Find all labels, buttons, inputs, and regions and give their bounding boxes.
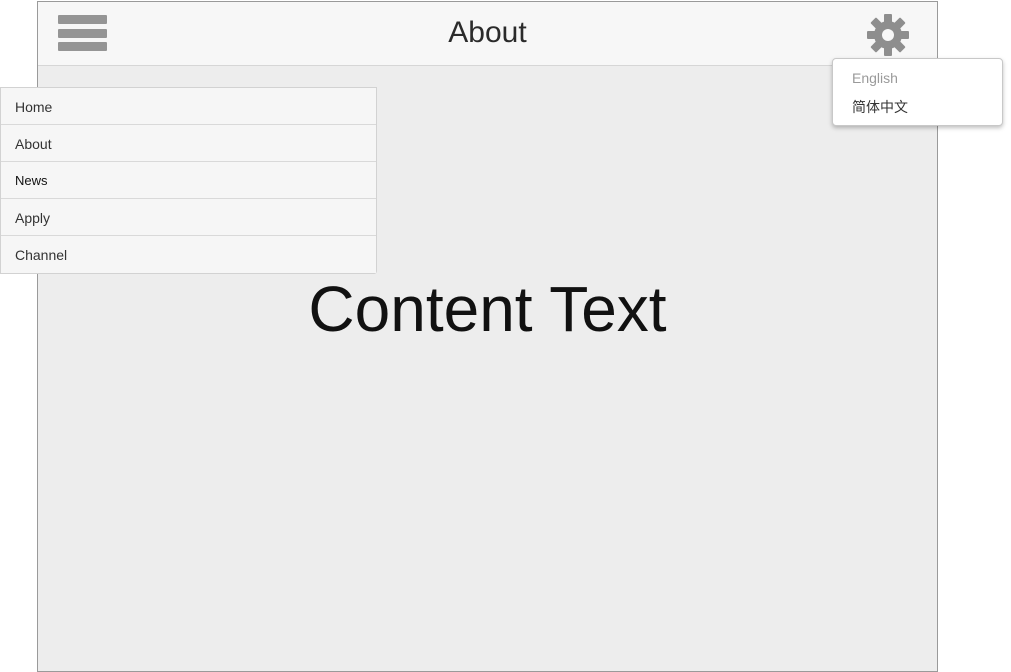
language-option-chinese[interactable]: 简体中文 [852, 97, 908, 117]
language-option-english: English [852, 70, 898, 86]
gear-icon[interactable] [867, 14, 909, 56]
hamburger-bar [58, 42, 107, 51]
side-menu-item-about[interactable]: About [1, 125, 376, 162]
hamburger-menu-icon[interactable] [58, 15, 107, 53]
language-dropdown: English 简体中文 [832, 58, 1003, 126]
hamburger-bar [58, 15, 107, 24]
content-text: Content Text [308, 273, 667, 345]
side-menu-item-home[interactable]: Home [1, 88, 376, 125]
hamburger-bar [58, 29, 107, 38]
top-bar: About [38, 2, 937, 66]
side-menu-item-news[interactable]: News [1, 162, 376, 199]
side-menu-item-channel[interactable]: Channel [1, 236, 376, 273]
side-menu: Home About News Apply Channel [0, 87, 377, 274]
page-title: About [448, 16, 527, 49]
side-menu-item-apply[interactable]: Apply [1, 199, 376, 236]
